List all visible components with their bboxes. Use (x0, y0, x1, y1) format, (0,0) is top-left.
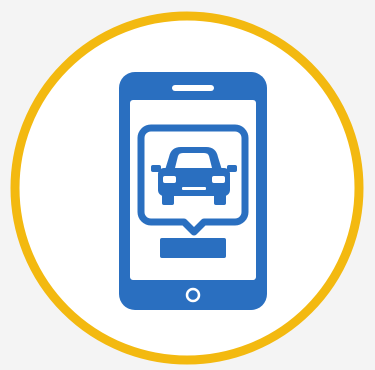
car-mirror-right (227, 165, 237, 172)
car-grille (182, 187, 206, 190)
car-headlight-right (212, 176, 225, 183)
phone-speaker (172, 85, 214, 91)
car-wheel-left (162, 194, 174, 205)
car-windshield (175, 153, 212, 168)
car-wheel-right (214, 194, 226, 205)
booking-bar (160, 238, 226, 258)
mobile-car-booking-icon (10, 11, 364, 365)
car-mirror-left (151, 165, 161, 172)
car-headlight-left (163, 176, 176, 183)
icon-canvas (0, 0, 375, 370)
